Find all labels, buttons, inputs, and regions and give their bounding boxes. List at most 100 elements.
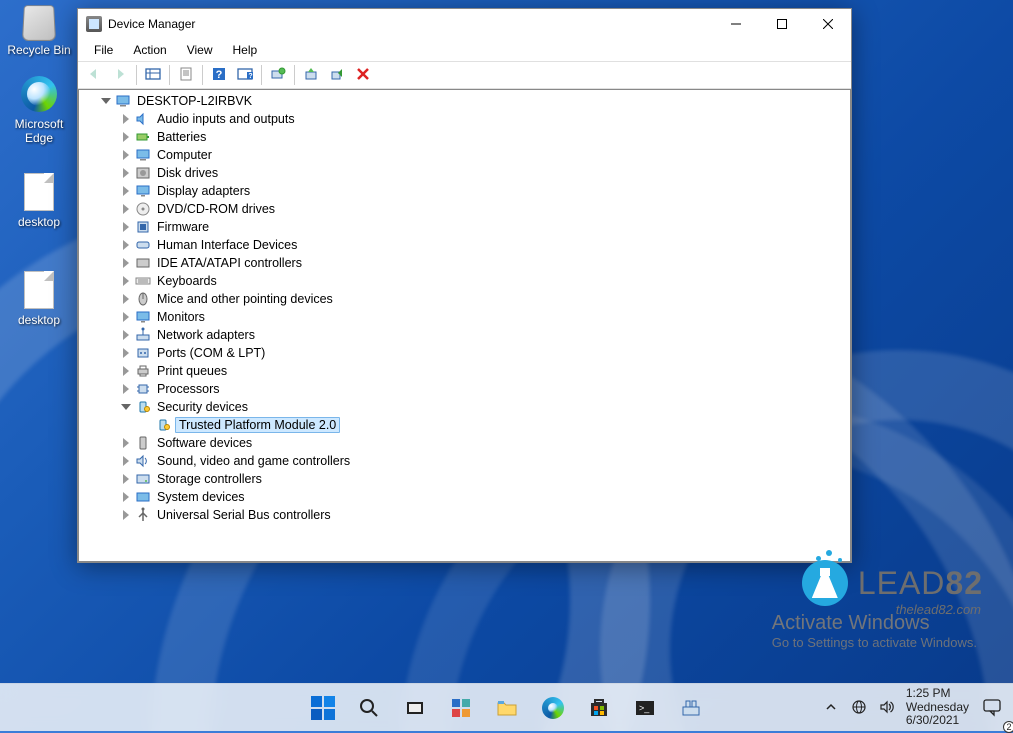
tree-category-software[interactable]: Software devices [83, 434, 850, 452]
tree-category-network[interactable]: Network adapters [83, 326, 850, 344]
tray-chevron-up-icon[interactable] [822, 698, 840, 716]
tree-category-display[interactable]: Display adapters [83, 182, 850, 200]
menu-action[interactable]: Action [123, 41, 176, 59]
expand-arrow-icon[interactable] [119, 112, 133, 126]
toolbar: ?? [78, 61, 851, 89]
tree-category-ide[interactable]: IDE ATA/ATAPI controllers [83, 254, 850, 272]
device-tree[interactable]: DESKTOP-L2IRBVK Audio inputs and outputs B… [78, 89, 851, 562]
expand-arrow-icon[interactable] [119, 472, 133, 486]
expand-arrow-icon[interactable] [119, 454, 133, 468]
help-icon: ? [212, 67, 226, 84]
tree-category-label: IDE ATA/ATAPI controllers [155, 256, 304, 270]
toolbar-help-button[interactable]: ? [207, 63, 231, 87]
menu-file[interactable]: File [84, 41, 123, 59]
expand-arrow-icon[interactable] [119, 328, 133, 342]
taskbar-clock[interactable]: 1:25 PM Wednesday 6/30/2021 [906, 687, 969, 728]
tree-category-printer[interactable]: Print queues [83, 362, 850, 380]
tree-category-dvd[interactable]: DVD/CD-ROM drives [83, 200, 850, 218]
tree-category-ports[interactable]: Ports (COM & LPT) [83, 344, 850, 362]
toolbar-show-hidden-button[interactable] [141, 63, 165, 87]
toolbar-properties-button[interactable] [174, 63, 198, 87]
tree-category-audio[interactable]: Audio inputs and outputs [83, 110, 850, 128]
tree-category-firmware[interactable]: Firmware [83, 218, 850, 236]
menu-help[interactable]: Help [223, 41, 268, 59]
edge-icon [542, 697, 564, 719]
taskbar-devicemgr[interactable] [671, 688, 711, 728]
audio-icon [135, 111, 151, 127]
tree-category-label: Computer [155, 148, 214, 162]
taskbar-edge[interactable] [533, 688, 573, 728]
tree-category-storage[interactable]: Storage controllers [83, 470, 850, 488]
expand-arrow-icon[interactable] [119, 490, 133, 504]
tree-category-cpu[interactable]: Processors [83, 380, 850, 398]
tree-root[interactable]: DESKTOP-L2IRBVK [83, 92, 850, 110]
tree-device-tpm[interactable]: Trusted Platform Module 2.0 [83, 416, 850, 434]
expand-arrow-icon[interactable] [119, 274, 133, 288]
tree-category-label: Monitors [155, 310, 207, 324]
expand-arrow-icon[interactable] [119, 364, 133, 378]
toolbar-scan-hardware-button[interactable] [266, 63, 290, 87]
desktop-icon-file2[interactable]: desktop [2, 270, 76, 327]
expand-arrow-icon[interactable] [119, 202, 133, 216]
desktop-icon-recycle-bin[interactable]: Recycle Bin [2, 0, 76, 57]
printer-icon [135, 363, 151, 379]
tree-category-disk[interactable]: Disk drives [83, 164, 850, 182]
tree-category-battery[interactable]: Batteries [83, 128, 850, 146]
expand-arrow-icon[interactable] [119, 238, 133, 252]
desktop-icon-edge[interactable]: Microsoft Edge [2, 74, 76, 145]
expand-arrow-icon[interactable] [119, 220, 133, 234]
expand-arrow-icon[interactable] [119, 256, 133, 270]
tree-category-label: Disk drives [155, 166, 220, 180]
taskbar-terminal[interactable]: >_ [625, 688, 665, 728]
expand-arrow-icon[interactable] [119, 130, 133, 144]
expand-arrow-icon[interactable] [119, 184, 133, 198]
expand-arrow-icon[interactable] [119, 382, 133, 396]
toolbar-help-about-button[interactable]: ? [233, 63, 257, 87]
tree-category-mouse[interactable]: Mice and other pointing devices [83, 290, 850, 308]
expand-arrow-icon[interactable] [119, 436, 133, 450]
expand-arrow-icon[interactable] [119, 166, 133, 180]
expand-arrow-icon[interactable] [119, 148, 133, 162]
toolbar-uninstall-button[interactable] [325, 63, 349, 87]
scan-hardware-icon [270, 67, 286, 84]
svg-text:>_: >_ [639, 703, 650, 713]
tree-category-usb[interactable]: Universal Serial Bus controllers [83, 506, 850, 524]
titlebar[interactable]: Device Manager [78, 9, 851, 39]
expand-arrow-icon[interactable] [119, 310, 133, 324]
network-icon[interactable] [850, 698, 868, 716]
tree-category-monitor[interactable]: Monitors [83, 308, 850, 326]
tree-device-label: Trusted Platform Module 2.0 [175, 417, 340, 433]
svg-text:?: ? [248, 73, 252, 80]
tree-category-label: Audio inputs and outputs [155, 112, 297, 126]
expand-arrow-icon[interactable] [119, 400, 133, 414]
tree-category-system[interactable]: System devices [83, 488, 850, 506]
taskbar-store[interactable] [579, 688, 619, 728]
expand-arrow-icon[interactable] [99, 94, 113, 108]
taskbar-taskview[interactable] [395, 688, 435, 728]
display-icon [135, 183, 151, 199]
toolbar-disable-button[interactable] [351, 63, 375, 87]
volume-icon[interactable] [878, 698, 896, 716]
hid-icon [135, 237, 151, 253]
taskbar-explorer[interactable] [487, 688, 527, 728]
tree-category-security[interactable]: Security devices [83, 398, 850, 416]
toolbar-update-driver-button[interactable] [299, 63, 323, 87]
taskbar-search[interactable] [349, 688, 389, 728]
menu-view[interactable]: View [177, 41, 223, 59]
desktop-icon-file1[interactable]: desktop [2, 172, 76, 229]
tree-category-hid[interactable]: Human Interface Devices [83, 236, 850, 254]
firmware-icon [135, 219, 151, 235]
expand-arrow-icon[interactable] [119, 292, 133, 306]
minimize-button[interactable] [713, 9, 759, 39]
maximize-button[interactable] [759, 9, 805, 39]
close-button[interactable] [805, 9, 851, 39]
notifications-icon[interactable]: 2 [979, 698, 1005, 716]
taskbar-widgets[interactable] [441, 688, 481, 728]
tree-category-sound[interactable]: Sound, video and game controllers [83, 452, 850, 470]
tree-category-keyboard[interactable]: Keyboards [83, 272, 850, 290]
back-icon [87, 67, 101, 84]
expand-arrow-icon[interactable] [119, 508, 133, 522]
taskbar-start[interactable] [303, 688, 343, 728]
tree-category-computer[interactable]: Computer [83, 146, 850, 164]
expand-arrow-icon[interactable] [119, 346, 133, 360]
